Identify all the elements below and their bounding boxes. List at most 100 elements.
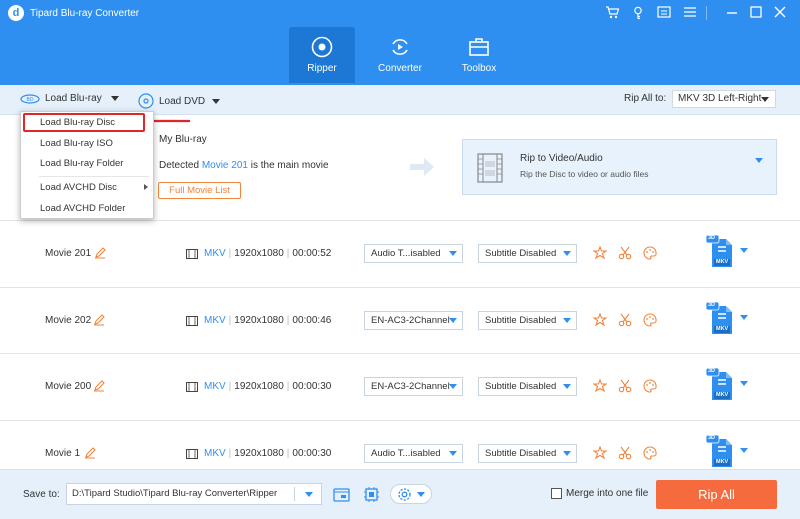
rip-mode-title: Rip to Video/Audio [520,153,603,164]
edit-icon[interactable] [94,247,106,259]
chevron-down-icon [449,318,457,323]
movie-info: MKV | 1920x1080 | 00:00:30 [204,448,332,459]
palette-icon[interactable] [643,446,657,460]
menu-item-load-avchd-disc-label: Load AVCHD Disc [40,182,117,193]
movie-duration: 00:00:30 [292,448,332,459]
subtitle-value: Subtitle Disabled [485,248,557,259]
chevron-down-icon[interactable] [740,448,748,453]
video-icon [186,249,198,259]
key-icon[interactable] [630,6,646,20]
audio-track-value: EN-AC3-2Channel [371,381,450,392]
menu-item-load-bluray-iso[interactable]: Load Blu-ray ISO [21,134,153,153]
movie-title: Movie 1 [45,448,81,459]
badge-mkv-label: MKV [716,392,729,398]
video-icon [186,316,198,326]
palette-icon[interactable] [643,313,657,327]
load-bluray-label: Load Blu-ray [45,93,102,104]
output-format-badge[interactable]: 3D MKV [705,301,736,336]
tab-toolbox-label: Toolbox [461,63,497,74]
cart-icon[interactable] [604,6,620,20]
audio-track-select[interactable]: Audio T...isabled [364,444,463,463]
tab-toolbox[interactable]: Toolbox [446,27,512,83]
subtitle-select[interactable]: Subtitle Disabled [478,377,577,396]
movie-title: Movie 201 [45,248,92,259]
movie-title: Movie 200 [45,381,92,392]
rip-all-format-value: MKV 3D Left-Right [678,93,762,104]
enhance-icon[interactable] [593,379,607,393]
app-logo-icon: d [8,5,24,21]
rip-all-button[interactable]: Rip All [656,480,777,509]
scissors-icon[interactable] [618,246,632,260]
merge-checkbox[interactable] [551,488,562,499]
disc-icon [311,36,333,58]
subtitle-value: Subtitle Disabled [485,448,557,459]
open-folder-icon[interactable] [333,486,350,503]
edit-icon[interactable] [84,447,96,459]
subtitle-select[interactable]: Subtitle Disabled [478,244,577,263]
rip-all-format-select[interactable]: MKV 3D Left-Right [672,90,776,108]
tab-converter[interactable]: Converter [367,27,433,83]
load-bluray-button[interactable]: BD Load Blu-ray [20,93,119,104]
output-format-badge[interactable]: 3D MKV [705,367,736,402]
badge-3d-label: 3D [708,302,716,308]
full-movie-list-button[interactable]: Full Movie List [158,182,241,199]
settings-button[interactable] [390,484,432,504]
chevron-down-icon [563,384,571,389]
movie-resolution: 1920x1080 [234,381,284,392]
disc-label: My Blu-ray [159,134,207,145]
audio-track-select[interactable]: EN-AC3-2Channel [364,377,463,396]
badge-mkv-label: MKV [716,326,729,332]
menu-item-load-avchd-disc[interactable]: Load AVCHD Disc [21,178,153,197]
edit-icon[interactable] [93,380,105,392]
tab-ripper[interactable]: Ripper [289,27,355,83]
enhance-icon[interactable] [593,246,607,260]
menu-item-load-avchd-folder[interactable]: Load AVCHD Folder [21,199,153,218]
chevron-down-icon[interactable] [740,315,748,320]
enhance-icon[interactable] [593,446,607,460]
maximize-icon[interactable] [748,6,764,20]
chevron-down-icon[interactable] [740,381,748,386]
scissors-icon[interactable] [618,379,632,393]
video-icon [186,449,198,459]
chevron-down-icon [212,98,221,104]
scissors-icon[interactable] [618,313,632,327]
menu-icon[interactable] [682,6,698,20]
load-dvd-button[interactable]: Load DVD [138,93,221,109]
chevron-down-icon [761,97,769,102]
feedback-icon[interactable] [656,6,672,20]
audio-track-select[interactable]: EN-AC3-2Channel [364,311,463,330]
table-row: Movie 202 MKV | 1920x1080 | 00:00:46 EN-AC3-2C… [0,288,800,354]
chevron-down-icon [449,451,457,456]
movie-resolution: 1920x1080 [234,448,284,459]
subtitle-select[interactable]: Subtitle Disabled [478,311,577,330]
output-format-badge[interactable]: 3D MKV [705,434,736,469]
save-path-select[interactable]: D:\Tipard Studio\Tipard Blu-ray Converte… [66,483,322,505]
output-format-badge[interactable]: 3D MKV [705,234,736,269]
chevron-down-icon [755,158,763,163]
chevron-right-icon [144,184,148,190]
audio-track-value: Audio T...isabled [371,248,441,259]
gear-icon [398,488,411,501]
close-icon[interactable] [772,6,788,20]
movie-resolution: 1920x1080 [234,248,284,259]
enhance-icon[interactable] [593,313,607,327]
movie-info: MKV | 1920x1080 | 00:00:46 [204,315,332,326]
movie-duration: 00:00:46 [292,315,332,326]
badge-3d-label: 3D [708,435,716,441]
scissors-icon[interactable] [618,446,632,460]
edit-icon[interactable] [93,314,105,326]
menu-item-load-bluray-folder[interactable]: Load Blu-ray Folder [21,154,153,173]
hardware-acceleration-icon[interactable] [363,486,380,503]
audio-track-select[interactable]: Audio T...isabled [364,244,463,263]
minimize-icon[interactable] [724,6,740,20]
menu-item-load-bluray-disc[interactable]: Load Blu-ray Disc [23,113,145,132]
app-title: Tipard Blu-ray Converter [30,8,140,19]
badge-3d-label: 3D [708,235,716,241]
chevron-down-icon [563,451,571,456]
detected-text: Detected Movie 201 is the main movie [159,160,329,171]
palette-icon[interactable] [643,246,657,260]
chevron-down-icon[interactable] [740,248,748,253]
rip-mode-panel[interactable]: Rip to Video/Audio Rip the Disc to video… [462,139,777,195]
subtitle-select[interactable]: Subtitle Disabled [478,444,577,463]
palette-icon[interactable] [643,379,657,393]
